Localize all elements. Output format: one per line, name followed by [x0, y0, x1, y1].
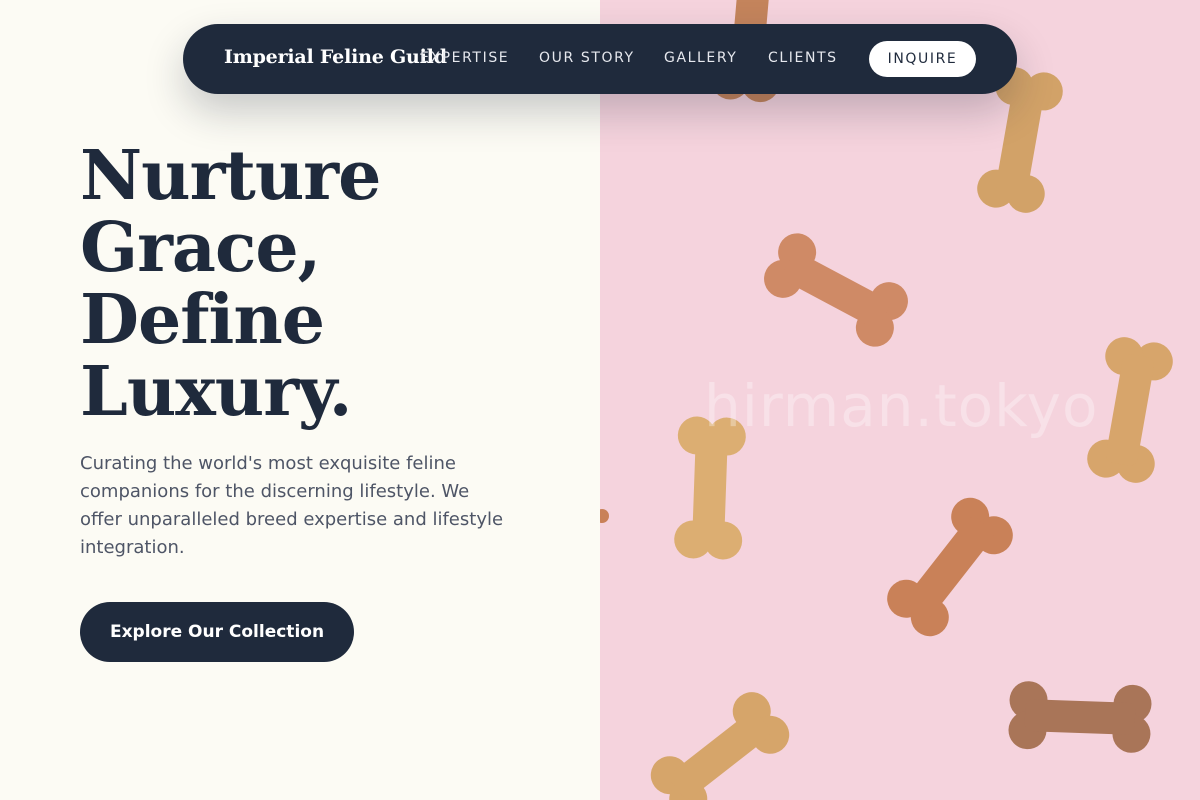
inquire-button[interactable]: INQUIRE [869, 41, 976, 77]
nav-link-gallery[interactable]: GALLERY [664, 50, 737, 66]
hero-title-line: Nurture [80, 136, 381, 216]
nav-link-clients[interactable]: CLIENTS [768, 50, 838, 66]
watermark-text: hirman.tokyo [704, 372, 1099, 440]
bone-biscuit [643, 684, 797, 800]
nav-link-our-story[interactable]: OUR STORY [539, 50, 635, 66]
hero-title-line: Luxury. [80, 352, 352, 432]
bone-biscuit [757, 226, 915, 354]
brand-logo-text[interactable]: Imperial Feline Guild [224, 46, 447, 68]
top-navigation-bar: Imperial Feline Guild EXPERTISE OUR STOR… [183, 24, 1017, 94]
hero-title-line: Grace, [80, 208, 321, 288]
explore-collection-button[interactable]: Explore Our Collection [80, 602, 354, 662]
hero-image: hirman.tokyo [600, 0, 1200, 800]
bone-biscuit [1007, 680, 1153, 754]
hero-subtitle: Curating the world's most exquisite feli… [80, 453, 504, 558]
bone-biscuit [879, 490, 1021, 644]
hero-left-panel: Nurture Grace, Define Luxury. Curating t… [0, 0, 600, 800]
hero-title: Nurture Grace, Define Luxury. [80, 136, 381, 432]
bone-biscuit-edge [600, 509, 609, 523]
nav-link-expertise[interactable]: EXPERTISE [420, 50, 509, 66]
hero-title-line: Define [80, 280, 325, 360]
